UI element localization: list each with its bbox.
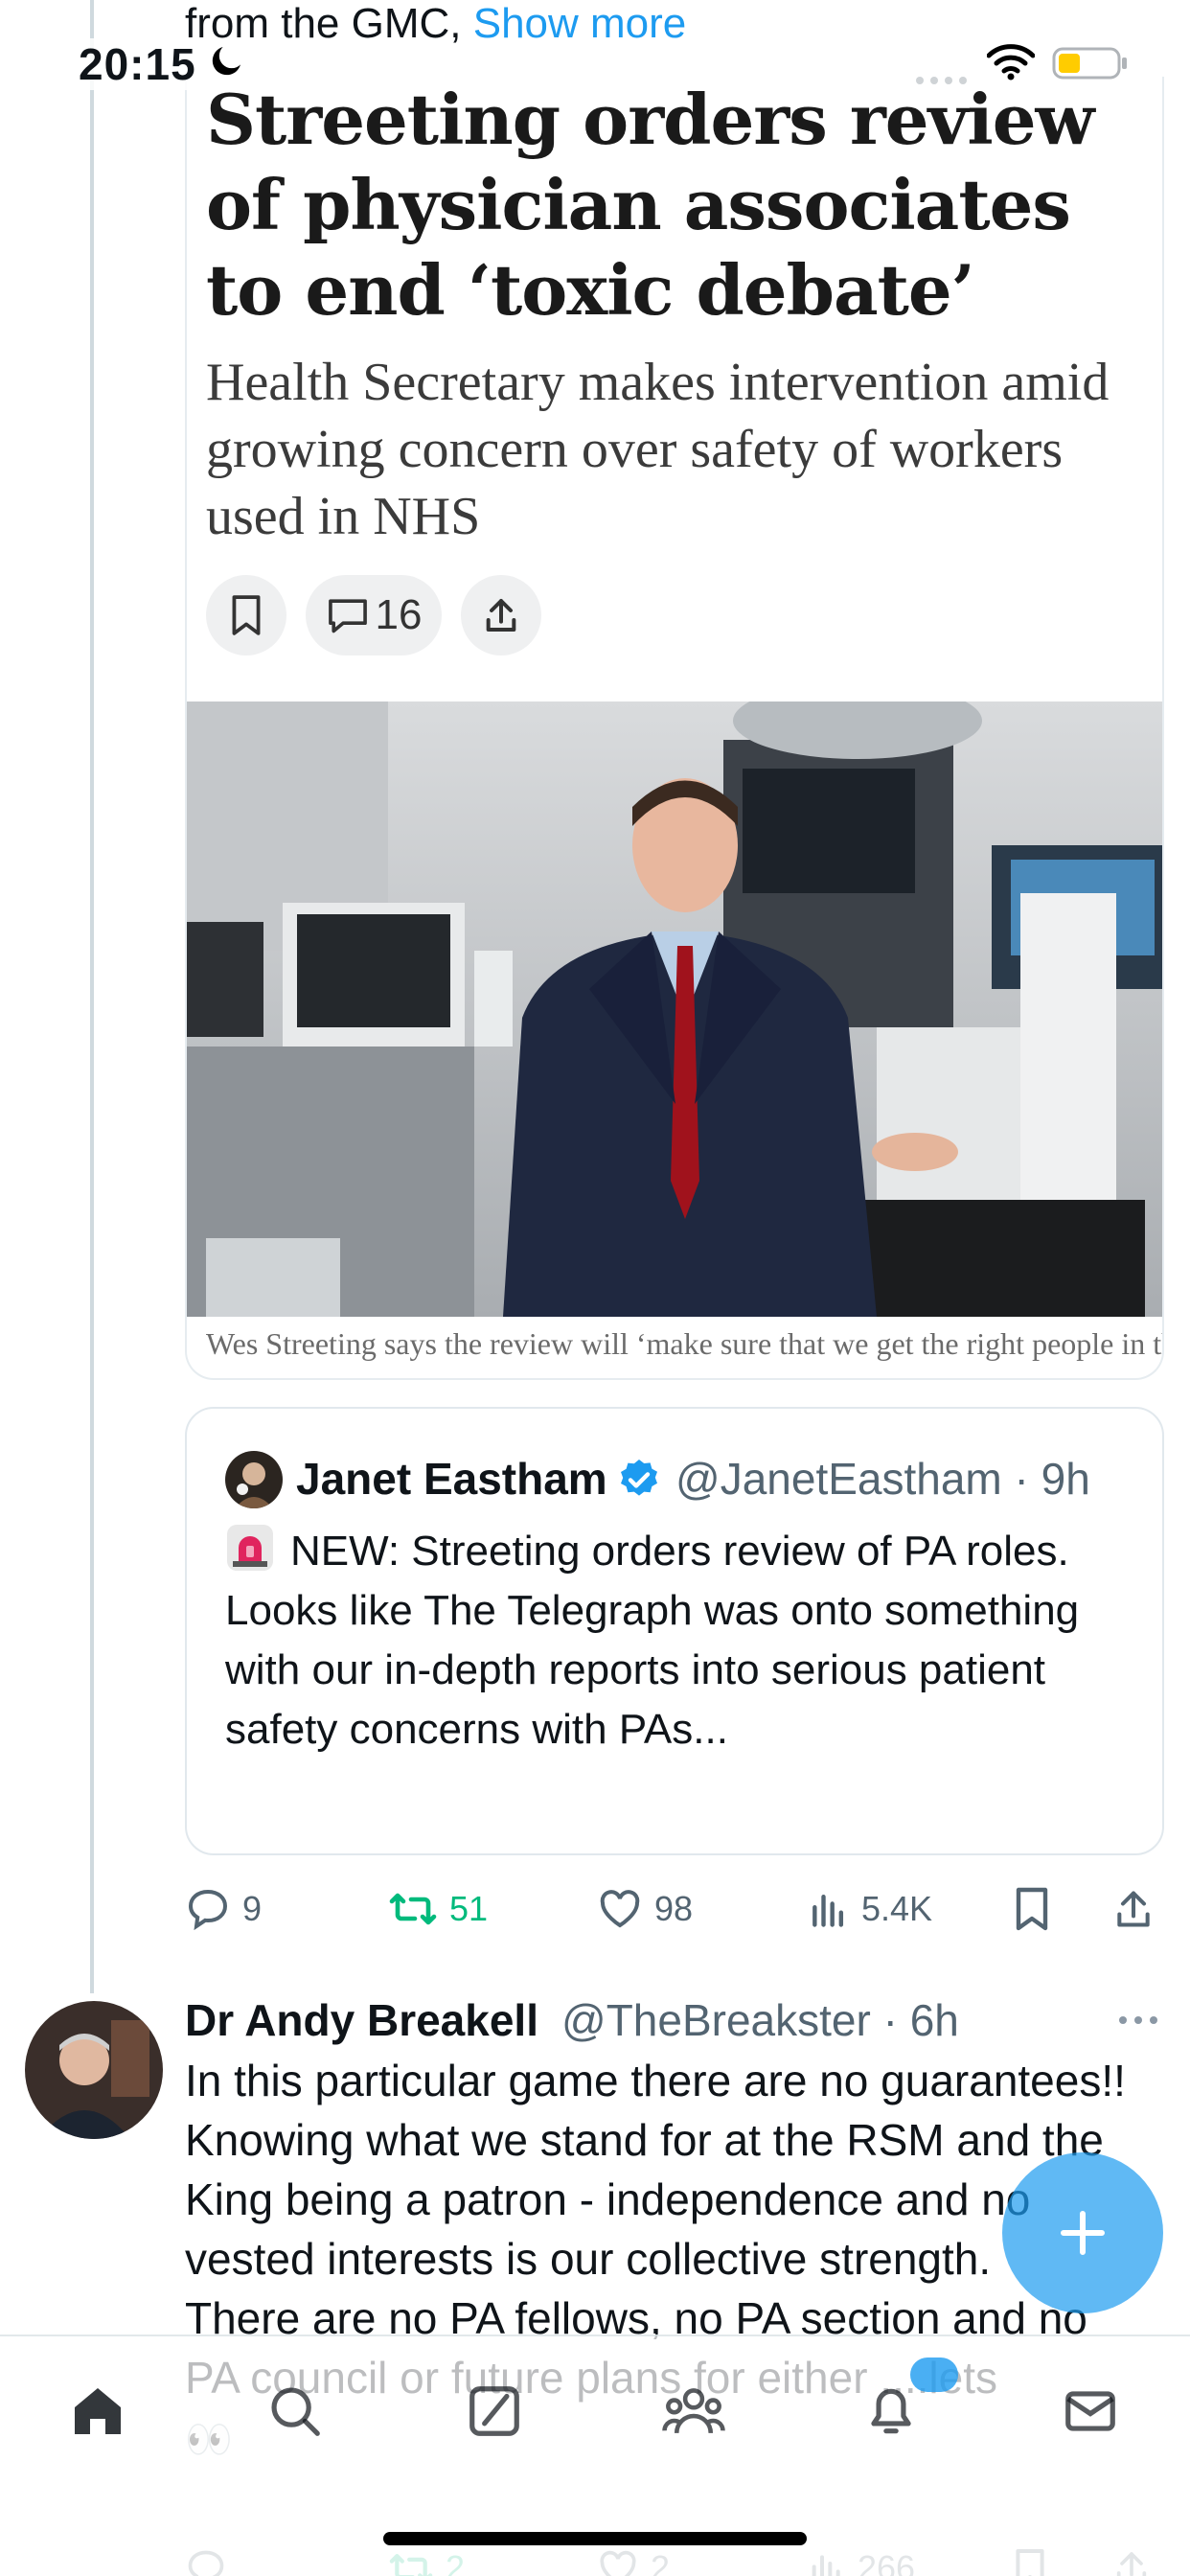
reply-author-avatar[interactable] xyxy=(25,2001,163,2139)
nav-grok-button[interactable] xyxy=(458,2375,531,2448)
nav-messages-button[interactable] xyxy=(1054,2375,1127,2448)
nav-home-button[interactable] xyxy=(61,2375,134,2448)
tweet-action-bar: 9 51 98 5.4K xyxy=(185,1878,1172,1940)
comment-icon xyxy=(328,599,367,633)
search-icon xyxy=(271,2387,320,2436)
article-photo xyxy=(187,702,1162,1317)
quoted-tweet-body: NEW: Streeting orders review of PA roles… xyxy=(225,1528,1080,1753)
repost-count: 51 xyxy=(449,1889,489,1928)
like-button[interactable]: 98 xyxy=(597,1878,693,1940)
home-icon xyxy=(75,2388,121,2434)
battery-icon xyxy=(1052,46,1129,80)
views-icon xyxy=(812,1894,844,1927)
siren-icon xyxy=(225,1523,275,1573)
article-comments-button[interactable]: 16 xyxy=(306,575,442,656)
bookmark-icon xyxy=(1016,1887,1048,1931)
article-preview-card[interactable]: Streeting orders review of physician ass… xyxy=(185,77,1164,1380)
reply-tweet-time: 6h xyxy=(909,1995,959,2045)
compose-plus-icon xyxy=(1061,2211,1105,2255)
nav-search-button[interactable] xyxy=(259,2375,332,2448)
reply-button[interactable]: 9 xyxy=(185,1878,262,1940)
article-bookmark-button[interactable] xyxy=(206,575,286,656)
repost-button[interactable]: 51 xyxy=(388,1878,488,1940)
status-bar: 20:15 xyxy=(0,34,1190,92)
article-subheadline: Health Secretary makes intervention amid… xyxy=(206,353,1110,546)
tweet-share-button[interactable] xyxy=(1112,1878,1155,1940)
quoted-tweet-card[interactable]: Janet Eastham @JanetEastham · 9h NEW: St… xyxy=(185,1407,1164,1855)
compose-button[interactable] xyxy=(1002,2152,1163,2313)
more-icon[interactable] xyxy=(1115,2011,1161,2030)
nav-communities-button[interactable] xyxy=(657,2375,730,2448)
repost-icon xyxy=(389,1893,437,1925)
view-count: 5.4K xyxy=(861,1889,933,1928)
messages-icon xyxy=(1065,2391,1115,2431)
article-photo-caption: Wes Streeting says the review will ‘make… xyxy=(206,1326,1162,1361)
thread-connector-line xyxy=(90,0,94,1993)
like-icon xyxy=(600,1890,640,1928)
tweet-bookmark-button[interactable] xyxy=(1013,1878,1051,1940)
reply-author-handle: @TheBreakster xyxy=(561,1995,871,2045)
notifications-icon xyxy=(871,2388,911,2434)
cellular-signal-icon xyxy=(915,73,971,84)
reply-icon xyxy=(188,1889,228,1931)
quoted-author-name[interactable]: Janet Eastham xyxy=(296,1451,607,1506)
share-icon xyxy=(486,599,516,632)
like-count: 98 xyxy=(654,1889,694,1928)
article-share-button[interactable] xyxy=(461,575,541,656)
reply-author-name[interactable]: Dr Andy Breakell xyxy=(185,1991,538,2049)
quoted-tweet-text: NEW: Streeting orders review of PA roles… xyxy=(225,1522,1145,1760)
quoted-author-handle-time: @JanetEastham · 9h xyxy=(675,1454,1090,1504)
reply-count: 9 xyxy=(242,1889,263,1928)
article-headline: Streeting orders review of physician ass… xyxy=(206,79,1095,331)
quoted-tweet-time: 9h xyxy=(1041,1454,1090,1504)
bookmark-icon xyxy=(232,595,261,635)
reply-author-handle-time: @TheBreakster · 6h xyxy=(561,1995,959,2045)
views-button[interactable]: 5.4K xyxy=(808,1878,932,1940)
article-comment-count: 16 xyxy=(375,591,423,638)
share-icon xyxy=(1117,1891,1150,1927)
notification-badge xyxy=(910,2358,958,2392)
quoted-author-handle: @JanetEastham xyxy=(675,1454,1002,1504)
status-time: 20:15 xyxy=(79,38,196,90)
moon-icon xyxy=(207,40,247,80)
home-indicator xyxy=(383,2532,807,2545)
grok-icon xyxy=(469,2386,519,2436)
verified-badge-icon xyxy=(616,1457,662,1503)
wifi-icon xyxy=(986,44,1036,80)
quoted-author-avatar[interactable] xyxy=(225,1451,283,1508)
communities-icon xyxy=(662,2388,725,2434)
